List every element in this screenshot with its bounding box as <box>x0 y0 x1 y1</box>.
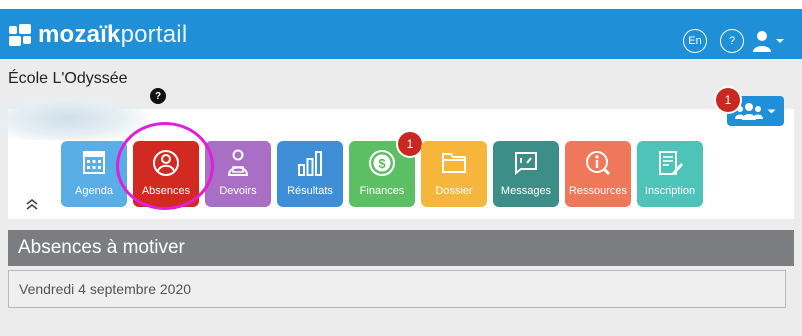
tile-messages[interactable]: Messages <box>493 141 559 207</box>
language-button[interactable]: En <box>683 29 707 53</box>
date-label: Vendredi 4 septembre 2020 <box>19 281 192 297</box>
tile-resultats[interactable]: Résultats <box>277 141 343 207</box>
chevron-down-icon <box>776 39 784 43</box>
homework-person-icon <box>227 149 249 176</box>
highlight-circle-annotation <box>116 122 214 210</box>
mozaik-logo-icon[interactable] <box>9 24 31 46</box>
app-logo[interactable]: mozaïkportail <box>38 21 187 49</box>
section-title: Absences à motiver <box>8 230 794 266</box>
tile-label: Finances <box>359 185 405 197</box>
logo-light-text: portail <box>120 21 188 48</box>
user-icon <box>753 31 771 52</box>
tile-devoirs[interactable]: Devoirs <box>205 141 271 207</box>
logo-bold-text: mozaïk <box>38 21 121 48</box>
inscription-form-icon <box>659 151 683 175</box>
group-notification-badge: 1 <box>716 88 740 112</box>
group-icon <box>735 103 763 120</box>
clipped-top-strip <box>0 0 802 9</box>
tile-label: Messages <box>500 185 552 197</box>
date-row[interactable]: Vendredi 4 septembre 2020 <box>8 270 786 308</box>
blurred-student-avatar[interactable] <box>0 92 150 140</box>
finances-notification-badge: 1 <box>398 132 422 156</box>
user-menu-button[interactable] <box>752 27 786 55</box>
tile-label: Résultats <box>287 185 333 197</box>
bar-chart-icon <box>298 151 322 176</box>
help-button[interactable]: ? <box>720 29 744 53</box>
tile-ressources[interactable]: Ressources <box>565 141 631 207</box>
chevron-down-icon <box>767 109 776 113</box>
tile-label: Inscription <box>644 185 696 197</box>
calendar-icon <box>83 151 105 174</box>
collapse-chevron-up-icon[interactable] <box>24 197 40 211</box>
tile-dossier[interactable]: Dossier <box>421 141 487 207</box>
help-label: ? <box>728 35 736 47</box>
folder-icon <box>442 153 466 173</box>
help-badge[interactable]: ? <box>150 88 166 104</box>
tile-label: Agenda <box>75 185 113 197</box>
school-name: École L'Odyssée <box>8 70 128 87</box>
tile-inscription[interactable]: Inscription <box>637 141 703 207</box>
tile-label: Dossier <box>435 185 473 197</box>
svg-text:$: $ <box>378 156 386 171</box>
page: mozaïkportail En ? École L'Odyssée ? 1 A… <box>0 0 802 336</box>
dollar-coin-icon: $ <box>369 150 395 176</box>
language-label: En <box>688 35 702 47</box>
resources-icon <box>586 151 611 176</box>
tile-label: Ressources <box>568 185 628 197</box>
top-navigation-bar: mozaïkportail En ? <box>0 9 802 59</box>
tile-label: Devoirs <box>219 185 257 197</box>
message-icon <box>515 152 537 175</box>
